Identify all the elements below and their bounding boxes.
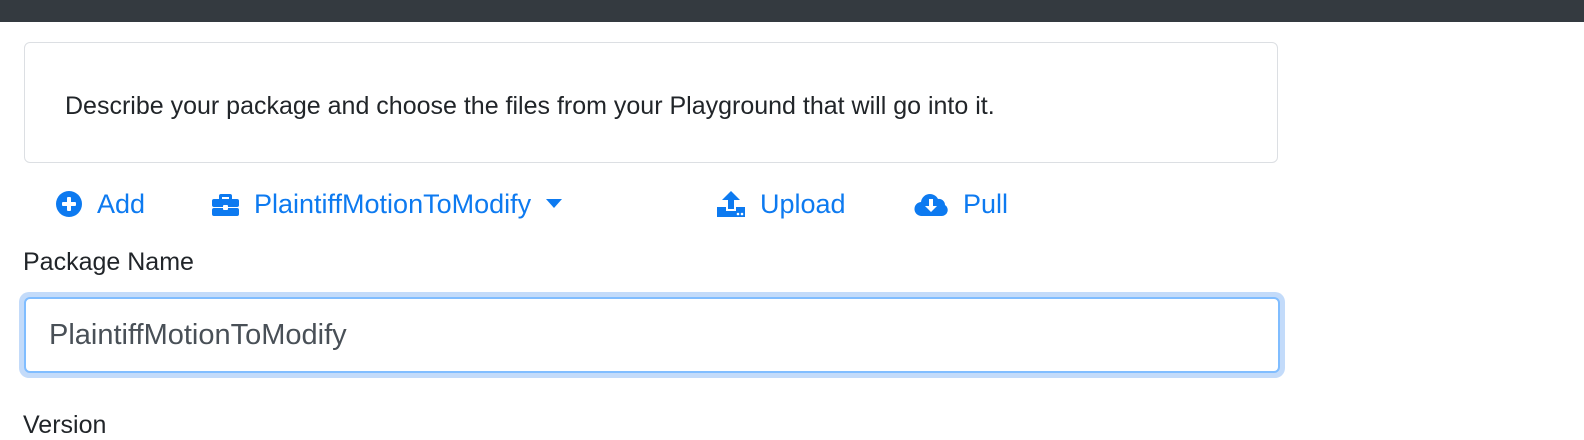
add-button[interactable]: Add	[55, 184, 145, 224]
upload-button[interactable]: Upload	[716, 184, 846, 224]
caret-down-icon	[546, 199, 563, 209]
add-label: Add	[97, 189, 146, 219]
plus-circle-icon	[55, 190, 83, 218]
info-text: Describe your package and choose the fil…	[65, 92, 995, 120]
pull-button[interactable]: Pull	[914, 184, 1008, 224]
package-name-label: Package Name	[23, 248, 194, 276]
upload-label: Upload	[760, 189, 846, 219]
pull-label: Pull	[963, 189, 1009, 219]
top-navbar	[0, 0, 1584, 22]
cloud-download-icon	[914, 190, 948, 218]
package-dropdown[interactable]: PlaintiffMotionToModify	[211, 184, 563, 224]
info-card: Describe your package and choose the fil…	[24, 42, 1278, 163]
upload-icon	[716, 189, 746, 219]
briefcase-icon	[211, 191, 240, 217]
package-name-input[interactable]	[24, 297, 1280, 373]
package-dropdown-label: PlaintiffMotionToModify	[254, 189, 532, 219]
